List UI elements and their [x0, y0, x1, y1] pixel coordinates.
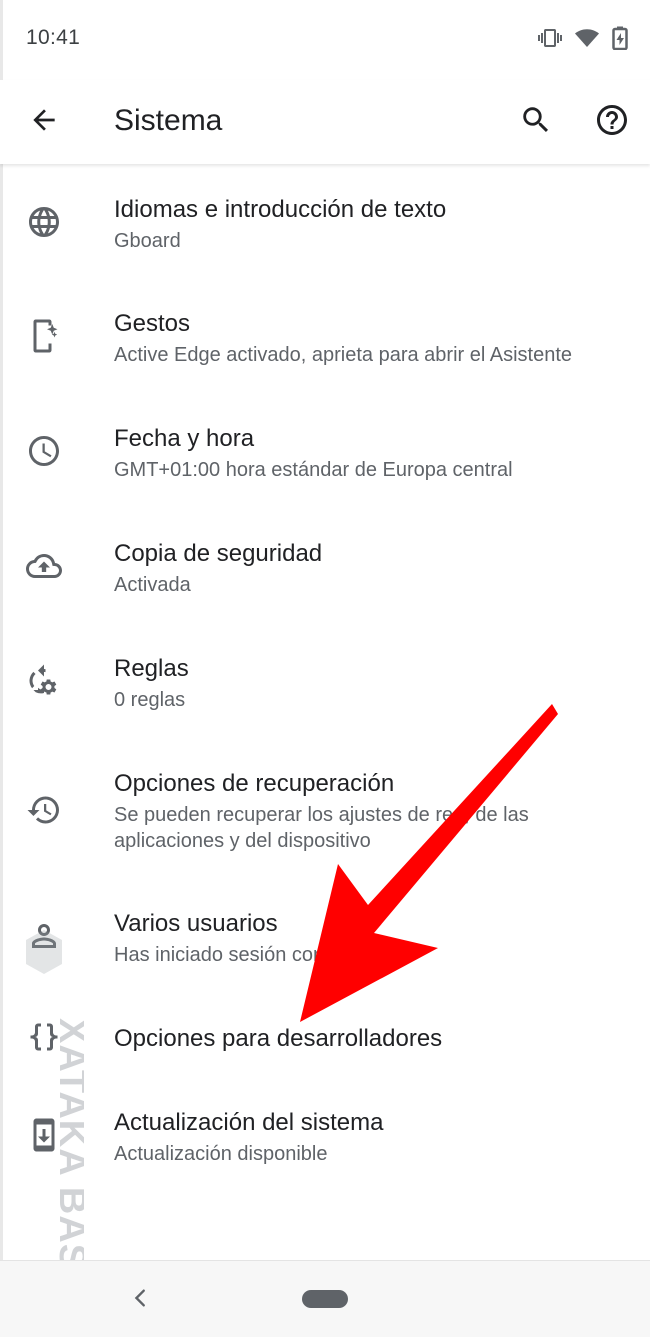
- search-icon: [519, 103, 553, 142]
- settings-item-gestures[interactable]: Gestos Active Edge activado, aprieta par…: [0, 280, 650, 395]
- item-title: Opciones para desarrolladores: [114, 1025, 443, 1052]
- navigation-bar: [0, 1260, 650, 1337]
- item-subtitle: GMT+01:00 hora estándar de Europa centra…: [114, 459, 513, 481]
- cloud-upload-icon: [24, 546, 64, 586]
- item-title: Opciones de recuperación: [114, 770, 395, 797]
- restore-icon: [24, 790, 64, 830]
- wifi-icon: [574, 26, 600, 50]
- item-title: Idiomas e introducción de texto: [114, 196, 447, 223]
- person-icon: [24, 916, 64, 956]
- globe-icon: [24, 202, 64, 242]
- item-subtitle: Actualización disponible: [114, 1143, 328, 1165]
- clock-icon: [24, 431, 64, 471]
- system-update-icon: [24, 1115, 64, 1155]
- home-pill-icon[interactable]: [302, 1290, 348, 1308]
- code-braces-icon: [24, 1017, 64, 1057]
- phone-gestures-icon: [24, 316, 64, 356]
- app-bar: Sistema: [0, 80, 650, 164]
- settings-item-developer-options[interactable]: Opciones para desarrolladores: [0, 995, 650, 1085]
- item-subtitle: 0 reglas: [114, 689, 186, 711]
- item-title: Fecha y hora: [114, 425, 255, 452]
- arrow-back-icon: [28, 104, 60, 141]
- search-button[interactable]: [512, 98, 560, 146]
- settings-item-date-time[interactable]: Fecha y hora GMT+01:00 hora estándar de …: [0, 395, 650, 510]
- back-button[interactable]: [20, 100, 68, 144]
- vibrate-icon: [538, 26, 562, 50]
- item-subtitle: Activada: [114, 574, 191, 596]
- item-title: Reglas: [114, 655, 189, 682]
- status-time: 10:41: [26, 26, 81, 49]
- battery-charging-icon: [612, 26, 628, 50]
- help-icon: [594, 102, 630, 143]
- item-title: Copia de seguridad: [114, 540, 323, 567]
- item-title: Gestos: [114, 310, 191, 337]
- status-icons: [538, 26, 628, 50]
- settings-item-system-update[interactable]: Actualización del sistema Actualización …: [0, 1085, 650, 1200]
- settings-item-rules[interactable]: Reglas 0 reglas: [0, 625, 650, 740]
- item-title: Varios usuarios: [114, 910, 278, 937]
- page-title: Sistema: [114, 104, 223, 137]
- item-subtitle: Se pueden recuperar los ajustes de red, …: [114, 804, 529, 852]
- nav-back-button[interactable]: [124, 1283, 158, 1317]
- item-subtitle: Has iniciado sesión como Miguel: [114, 944, 406, 966]
- settings-item-users[interactable]: Varios usuarios Has iniciado sesión como…: [0, 880, 650, 995]
- nav-back-icon: [130, 1287, 152, 1314]
- item-subtitle: Active Edge activado, aprieta para abrir…: [114, 344, 573, 366]
- status-bar: 10:41: [0, 0, 650, 80]
- help-button[interactable]: [588, 98, 636, 146]
- settings-item-recovery[interactable]: Opciones de recuperación Se pueden recup…: [0, 740, 650, 880]
- item-subtitle: Gboard: [114, 230, 181, 252]
- rules-icon: [24, 661, 64, 701]
- settings-item-languages[interactable]: Idiomas e introducción de texto Gboard: [0, 166, 650, 280]
- settings-item-backup[interactable]: Copia de seguridad Activada: [0, 510, 650, 625]
- item-title: Actualización del sistema: [114, 1109, 384, 1136]
